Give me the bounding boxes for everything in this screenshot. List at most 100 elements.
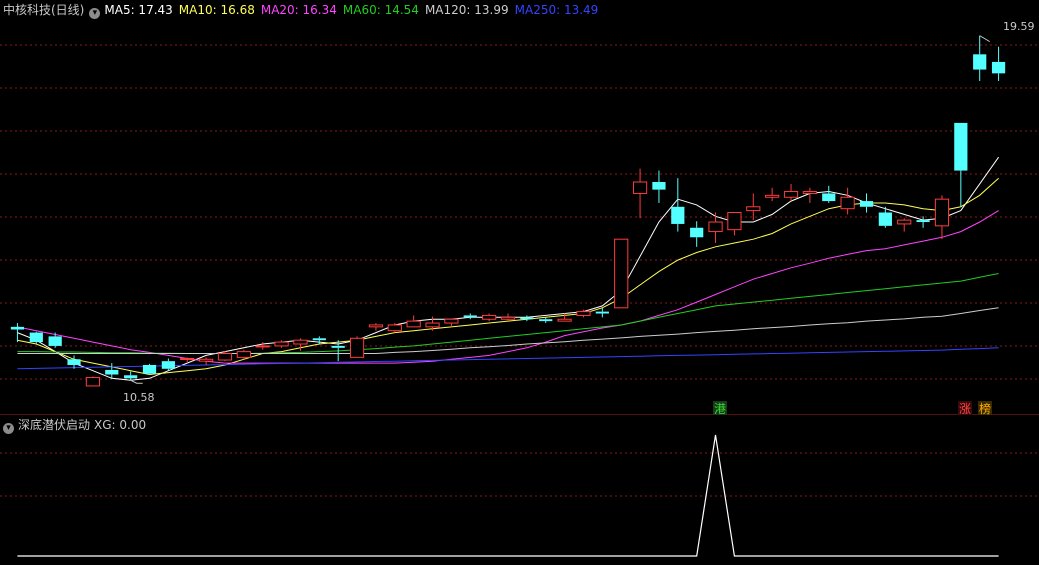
candle-down (520, 315, 534, 322)
high-price-label: 19.59 (1003, 20, 1035, 33)
candle-down (973, 35, 987, 81)
candle-down (991, 46, 1006, 81)
candle-body (746, 206, 761, 212)
ma60-line (17, 273, 999, 354)
candle-body (802, 191, 817, 194)
candle-body (161, 361, 175, 369)
candle-body (671, 206, 685, 224)
candle-body (10, 326, 25, 330)
candle-up (897, 218, 912, 232)
candle-up (199, 357, 214, 365)
ma20-label: MA20: 16.34 (260, 3, 337, 17)
candle-up (727, 212, 742, 236)
candle-up (406, 315, 421, 328)
candle-body (878, 212, 892, 226)
candle-body (973, 54, 987, 70)
candle-body (105, 369, 119, 375)
candle-body (142, 364, 157, 374)
candle-up (482, 313, 497, 322)
price-legend: 中核科技(日线) ▾ MA5: 17.43 MA10: 16.68 MA20: 16.3… (0, 0, 604, 20)
candle-body (934, 198, 950, 227)
candle-body (727, 212, 742, 231)
candle-up (180, 357, 195, 364)
candle-body (520, 317, 534, 320)
candle-up (746, 193, 761, 221)
candle-body (840, 196, 855, 210)
candle-up (632, 168, 648, 219)
candle-down (142, 363, 157, 375)
candle-down (48, 332, 62, 348)
candle-body (482, 314, 497, 320)
candle-body (539, 319, 553, 322)
candle-body (708, 221, 723, 233)
candle-body (576, 311, 591, 316)
candle-body (425, 322, 440, 328)
candle-body (765, 194, 780, 198)
candle-body (463, 315, 477, 318)
candle-body (331, 345, 345, 348)
candle-body (614, 238, 629, 309)
candle-up (349, 336, 365, 358)
collapse-icon[interactable]: ▾ (3, 423, 14, 434)
xg-value-label: XG: 0.00 (94, 418, 147, 432)
candle-up (236, 349, 251, 360)
indicator-chart[interactable] (0, 415, 1039, 561)
chart-title: 中核科技(日线) (3, 3, 85, 17)
candle-up (500, 313, 516, 322)
candle-body (48, 336, 62, 346)
candle-body (124, 375, 138, 379)
ma250-label: MA250: 13.49 (514, 3, 599, 17)
candle-up (765, 187, 780, 202)
candle-body (897, 219, 912, 225)
candle-body (859, 201, 874, 207)
candle-up (368, 323, 384, 331)
candle-body (500, 316, 516, 320)
candle-down (822, 185, 836, 203)
candle-body (822, 193, 836, 202)
candle-down (859, 193, 874, 213)
candle-body (180, 357, 195, 360)
candle-up (444, 318, 459, 327)
candle-down (10, 323, 25, 343)
ma5-label: MA5: 17.43 (104, 3, 173, 17)
candle-body (85, 377, 101, 387)
low-marker (130, 379, 143, 384)
candle-body (293, 339, 308, 345)
indicator-title: 深底潜伏启动 (18, 418, 91, 432)
tag-port: 港 (714, 402, 726, 415)
candle-body (217, 353, 233, 361)
candle-body (444, 318, 459, 324)
candle-body (954, 122, 968, 171)
indicator-panel: ▾ 深底潜伏启动 XG: 0.00 (0, 415, 1039, 561)
price-panel: 中核科技(日线) ▾ MA5: 17.43 MA10: 16.68 MA20: 16.3… (0, 0, 1039, 416)
low-price-label: 10.58 (123, 391, 155, 404)
candle-body (690, 227, 704, 238)
collapse-icon[interactable]: ▾ (89, 8, 101, 19)
candle-down (916, 216, 930, 228)
candle-body (406, 320, 421, 328)
candle-body (368, 324, 384, 328)
candle-body (255, 345, 270, 348)
candle-body (595, 311, 609, 314)
candle-body (67, 359, 81, 365)
candle-down (652, 170, 666, 203)
candle-body (349, 337, 365, 358)
candle-down (29, 331, 43, 345)
ma5-line (17, 156, 1000, 381)
candle-up (614, 238, 629, 309)
candle-down (690, 221, 704, 247)
candlestick-chart[interactable]: 19.59 10.58 港 涨 榜 (0, 0, 1039, 416)
candle-body (274, 341, 289, 347)
ma20-line (17, 210, 999, 364)
candle-body (652, 182, 666, 190)
candle-body (783, 191, 799, 198)
candle-body (916, 220, 930, 223)
candle-body (29, 332, 43, 343)
tag-bang: 榜 (979, 401, 991, 415)
ma120-label: MA120: 13.99 (424, 3, 509, 17)
candle-body (557, 318, 572, 322)
candle-up (576, 309, 591, 318)
candle-body (387, 324, 402, 332)
high-marker (979, 35, 990, 43)
candle-body (236, 351, 251, 358)
